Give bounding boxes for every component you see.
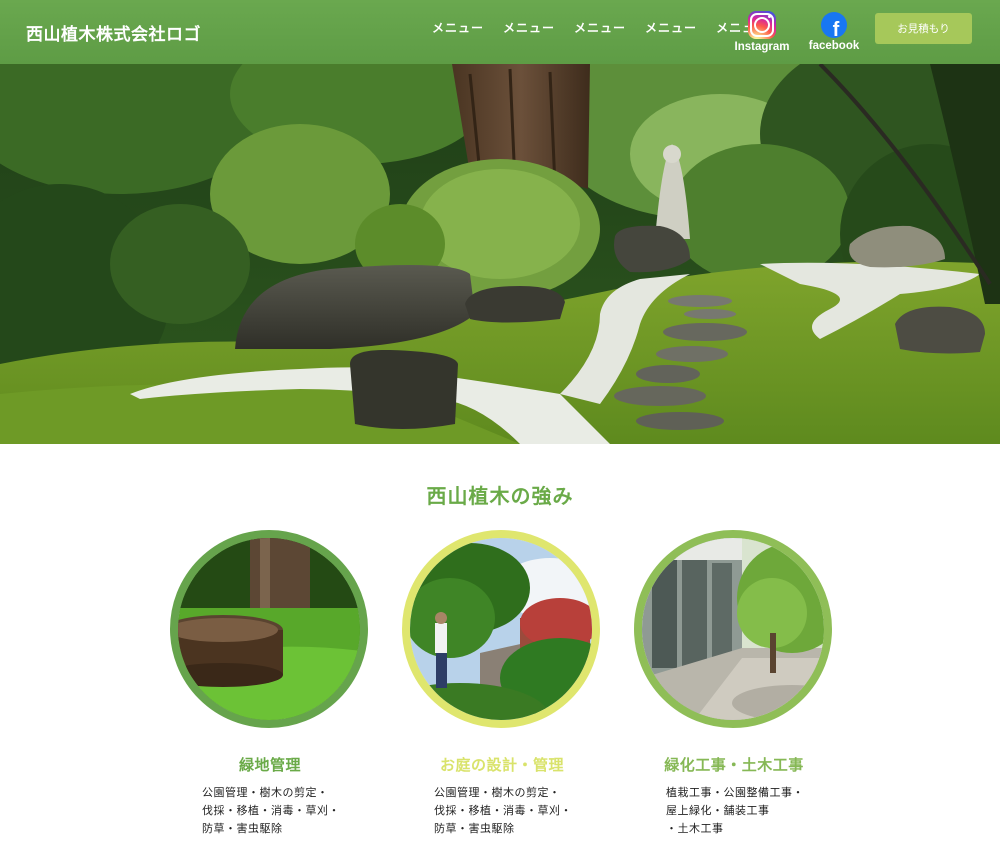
nav-menu-4[interactable]: メニュー [645,19,697,36]
strength-card-green-management[interactable]: 緑地管理 公園管理・樹木の剪定・ 伐採・移植・消毒・草刈・ 防草・害虫駆除 [170,530,370,835]
greening-civil-works-photo [634,530,832,728]
strength-card-garden-design[interactable]: お庭の設計・管理 公園管理・樹木の剪定・ 伐採・移植・消毒・草刈・ 防草・害虫駆… [402,530,602,835]
description-line: 屋上緑化・舗装工事 [666,804,770,817]
instagram-icon [748,11,776,39]
description-line: 公園管理・樹木の剪定・ [434,786,561,799]
garden-design-description: 公園管理・樹木の剪定・ 伐採・移植・消毒・草刈・ 防草・害虫駆除 [434,784,572,838]
green-management-description: 公園管理・樹木の剪定・ 伐採・移植・消毒・草刈・ 防草・害虫駆除 [202,784,340,838]
instagram-link[interactable]: Instagram [733,11,791,53]
description-line: 公園管理・樹木の剪定・ [202,786,329,799]
greening-civil-works-title: 緑化工事・土木工事 [664,756,804,774]
hero-garden-image [0,64,1000,444]
description-line: 防草・害虫駆除 [202,822,283,835]
description-line: 防草・害虫駆除 [434,822,515,835]
description-line: 植栽工事・公園整備工事・ [666,786,804,799]
description-line: 伐採・移植・消毒・草刈・ [434,804,572,817]
site-header: 西山植木株式会社ロゴ メニュー メニュー メニュー メニュー メニュー Inst… [0,0,1000,64]
description-line: 伐採・移植・消毒・草刈・ [202,804,340,817]
description-line: ・土木工事 [666,822,724,835]
strength-card-greening-civil-works[interactable]: 緑化工事・土木工事 植栽工事・公園整備工事・ 屋上緑化・舗装工事 ・土木工事 [634,530,834,835]
greening-civil-works-description: 植栽工事・公園整備工事・ 屋上緑化・舗装工事 ・土木工事 [666,784,804,838]
facebook-icon: f [821,12,847,38]
strengths-title: 西山植木の強み [426,484,574,508]
nav-menu-2[interactable]: メニュー [503,19,555,36]
facebook-label: facebook [808,40,860,52]
nav-menu-1[interactable]: メニュー [432,19,484,36]
nav-menu-3[interactable]: メニュー [574,19,626,36]
company-logo[interactable]: 西山植木株式会社ロゴ [26,20,201,45]
instagram-label: Instagram [734,41,790,53]
green-management-title: 緑地管理 [238,756,301,774]
green-management-photo [170,530,368,728]
facebook-link[interactable]: f facebook [806,11,862,52]
estimate-button[interactable]: お見積もり [875,13,972,44]
garden-design-title: お庭の設計・管理 [439,756,564,774]
garden-design-photo [402,530,600,728]
